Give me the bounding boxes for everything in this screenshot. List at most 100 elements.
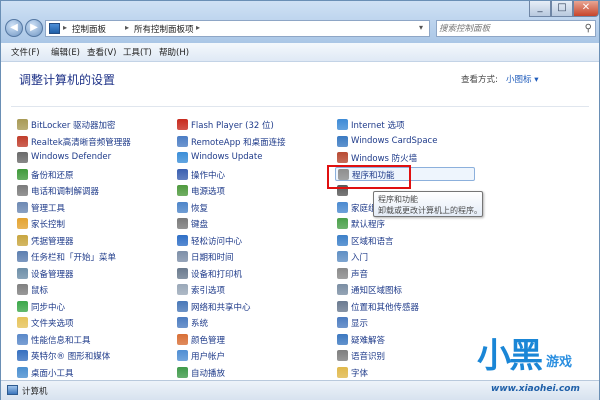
item-label: 系统 [191,319,209,329]
close-button[interactable]: ✕ [573,1,599,17]
item-icon [177,234,188,246]
address-dropdown-icon[interactable]: ▾ [419,23,423,32]
item-label: 索引选项 [191,286,226,296]
menu-bar: 文件(F) 编辑(E) 查看(V) 工具(T) 帮助(H) [1,43,599,62]
item-label: 声音 [351,269,369,280]
maximize-button[interactable]: □ [551,1,573,17]
item-label: 入门 [351,253,369,263]
item-icon [17,119,28,130]
address-bar[interactable]: ▸ 控制面板 ▸ 所有控制面板项 ▸ ▾ [45,20,430,37]
item-label: 电源选项 [191,187,226,197]
item-icon [177,135,188,147]
item-label: Windows Update [191,152,263,162]
item-icon [177,185,188,196]
breadcrumb-control-panel[interactable]: 控制面板 [72,23,106,35]
item-label: BitLocker 驱动器加密 [31,121,116,131]
item-label: 桌面小工具 [31,368,74,379]
item-label: Windows 防火墙 [351,154,418,164]
item-label: 恢复 [191,203,209,214]
menu-view[interactable]: 查看(V) [87,46,116,58]
item-label: 鼠标 [31,286,49,296]
breadcrumb-all-items[interactable]: 所有控制面板项 [134,23,194,35]
item-icon [337,333,348,345]
item-label: RemoteApp 和桌面连接 [191,137,286,148]
item-label: 自动播放 [191,368,226,379]
tooltip-description: 卸载或更改计算机上的程序。 [378,206,482,215]
item-icon [17,284,28,295]
item-label: 管理工具 [31,203,66,214]
item-label: 日期和时间 [191,253,234,263]
item-label: 键盘 [191,220,209,230]
item-icon [337,284,348,295]
search-input[interactable] [439,22,569,35]
item-label: 位置和其他传感器 [351,302,420,313]
item-icon [177,218,188,229]
item-icon [17,185,28,196]
item-label: 设备管理器 [31,269,74,280]
breadcrumb-separator-icon[interactable]: ▸ [125,23,129,32]
item-label: 家长控制 [31,220,66,230]
item-icon [177,284,188,295]
view-by-dropdown[interactable]: 小图标 ▾ [506,73,538,85]
breadcrumb-separator-icon[interactable]: ▸ [63,23,67,32]
item-icon [177,251,188,262]
item-icon [177,317,188,328]
control-panel-window: _ □ ✕ ◀ ▶ ▸ 控制面板 ▸ 所有控制面板项 ▸ ▾ ⚲ 文件(F) 编… [0,0,600,400]
item-icon [17,135,28,147]
item-label: 语音识别 [351,352,386,362]
item-label: 疑难解答 [351,335,386,346]
search-icon[interactable]: ⚲ [585,23,592,34]
item-label: Internet 选项 [351,121,405,131]
item-label: 设备和打印机 [191,269,243,280]
item-icon [17,152,28,163]
item-label: 任务栏和「开始」菜单 [31,253,117,263]
watermark-logo: 小黑 [477,336,543,376]
menu-tools[interactable]: 工具(T) [123,46,152,58]
item-icon [177,168,188,180]
item-icon [177,201,188,213]
item-label: 性能信息和工具 [31,335,91,346]
back-button[interactable]: ◀ [5,19,23,37]
item-icon [337,152,348,163]
item-label: 同步中心 [31,302,66,313]
menu-file[interactable]: 文件(F) [11,46,40,58]
forward-button[interactable]: ▶ [25,19,43,37]
item-icon [17,366,28,378]
status-text: 计算机 [22,387,48,397]
computer-icon [7,385,18,395]
item-icon [17,317,28,328]
item-label: 凭据管理器 [31,236,74,247]
title-bar: _ □ ✕ ◀ ▶ ▸ 控制面板 ▸ 所有控制面板项 ▸ ▾ ⚲ [1,1,599,43]
minimize-button[interactable]: _ [529,1,551,17]
item-icon [177,267,188,279]
item-label: Windows Defender [31,152,112,162]
item-label: 英特尔® 图形和媒体 [31,352,111,362]
menu-help[interactable]: 帮助(H) [159,46,189,58]
item-icon [337,135,348,147]
item-label: 电话和调制解调器 [31,187,100,197]
item-icon [177,119,188,130]
item-label: Flash Player (32 位) [191,121,274,131]
item-label: 网络和共享中心 [191,302,251,313]
item-icon [337,350,348,361]
search-box[interactable]: ⚲ [436,20,596,37]
watermark-game: 游戏 [546,355,573,370]
item-icon [17,168,28,180]
item-icon [17,251,28,262]
item-label: 默认程序 [351,220,386,230]
item-icon [17,333,28,345]
highlight-box [327,165,411,189]
item-icon [17,300,28,312]
item-icon [337,366,348,378]
item-label: 备份和还原 [31,170,74,181]
item-label: 文件夹选项 [31,319,74,329]
item-label: 区域和语言 [351,236,394,247]
menu-edit[interactable]: 编辑(E) [51,46,80,58]
tooltip-title: 程序和功能 [378,195,418,204]
breadcrumb-separator-icon[interactable]: ▸ [196,23,200,32]
watermark-url: www.xiaohei.com [491,384,580,394]
item-icon [17,201,28,213]
item-label: 字体 [351,368,369,379]
control-panel-icon [49,23,60,34]
item-icon [17,218,28,229]
